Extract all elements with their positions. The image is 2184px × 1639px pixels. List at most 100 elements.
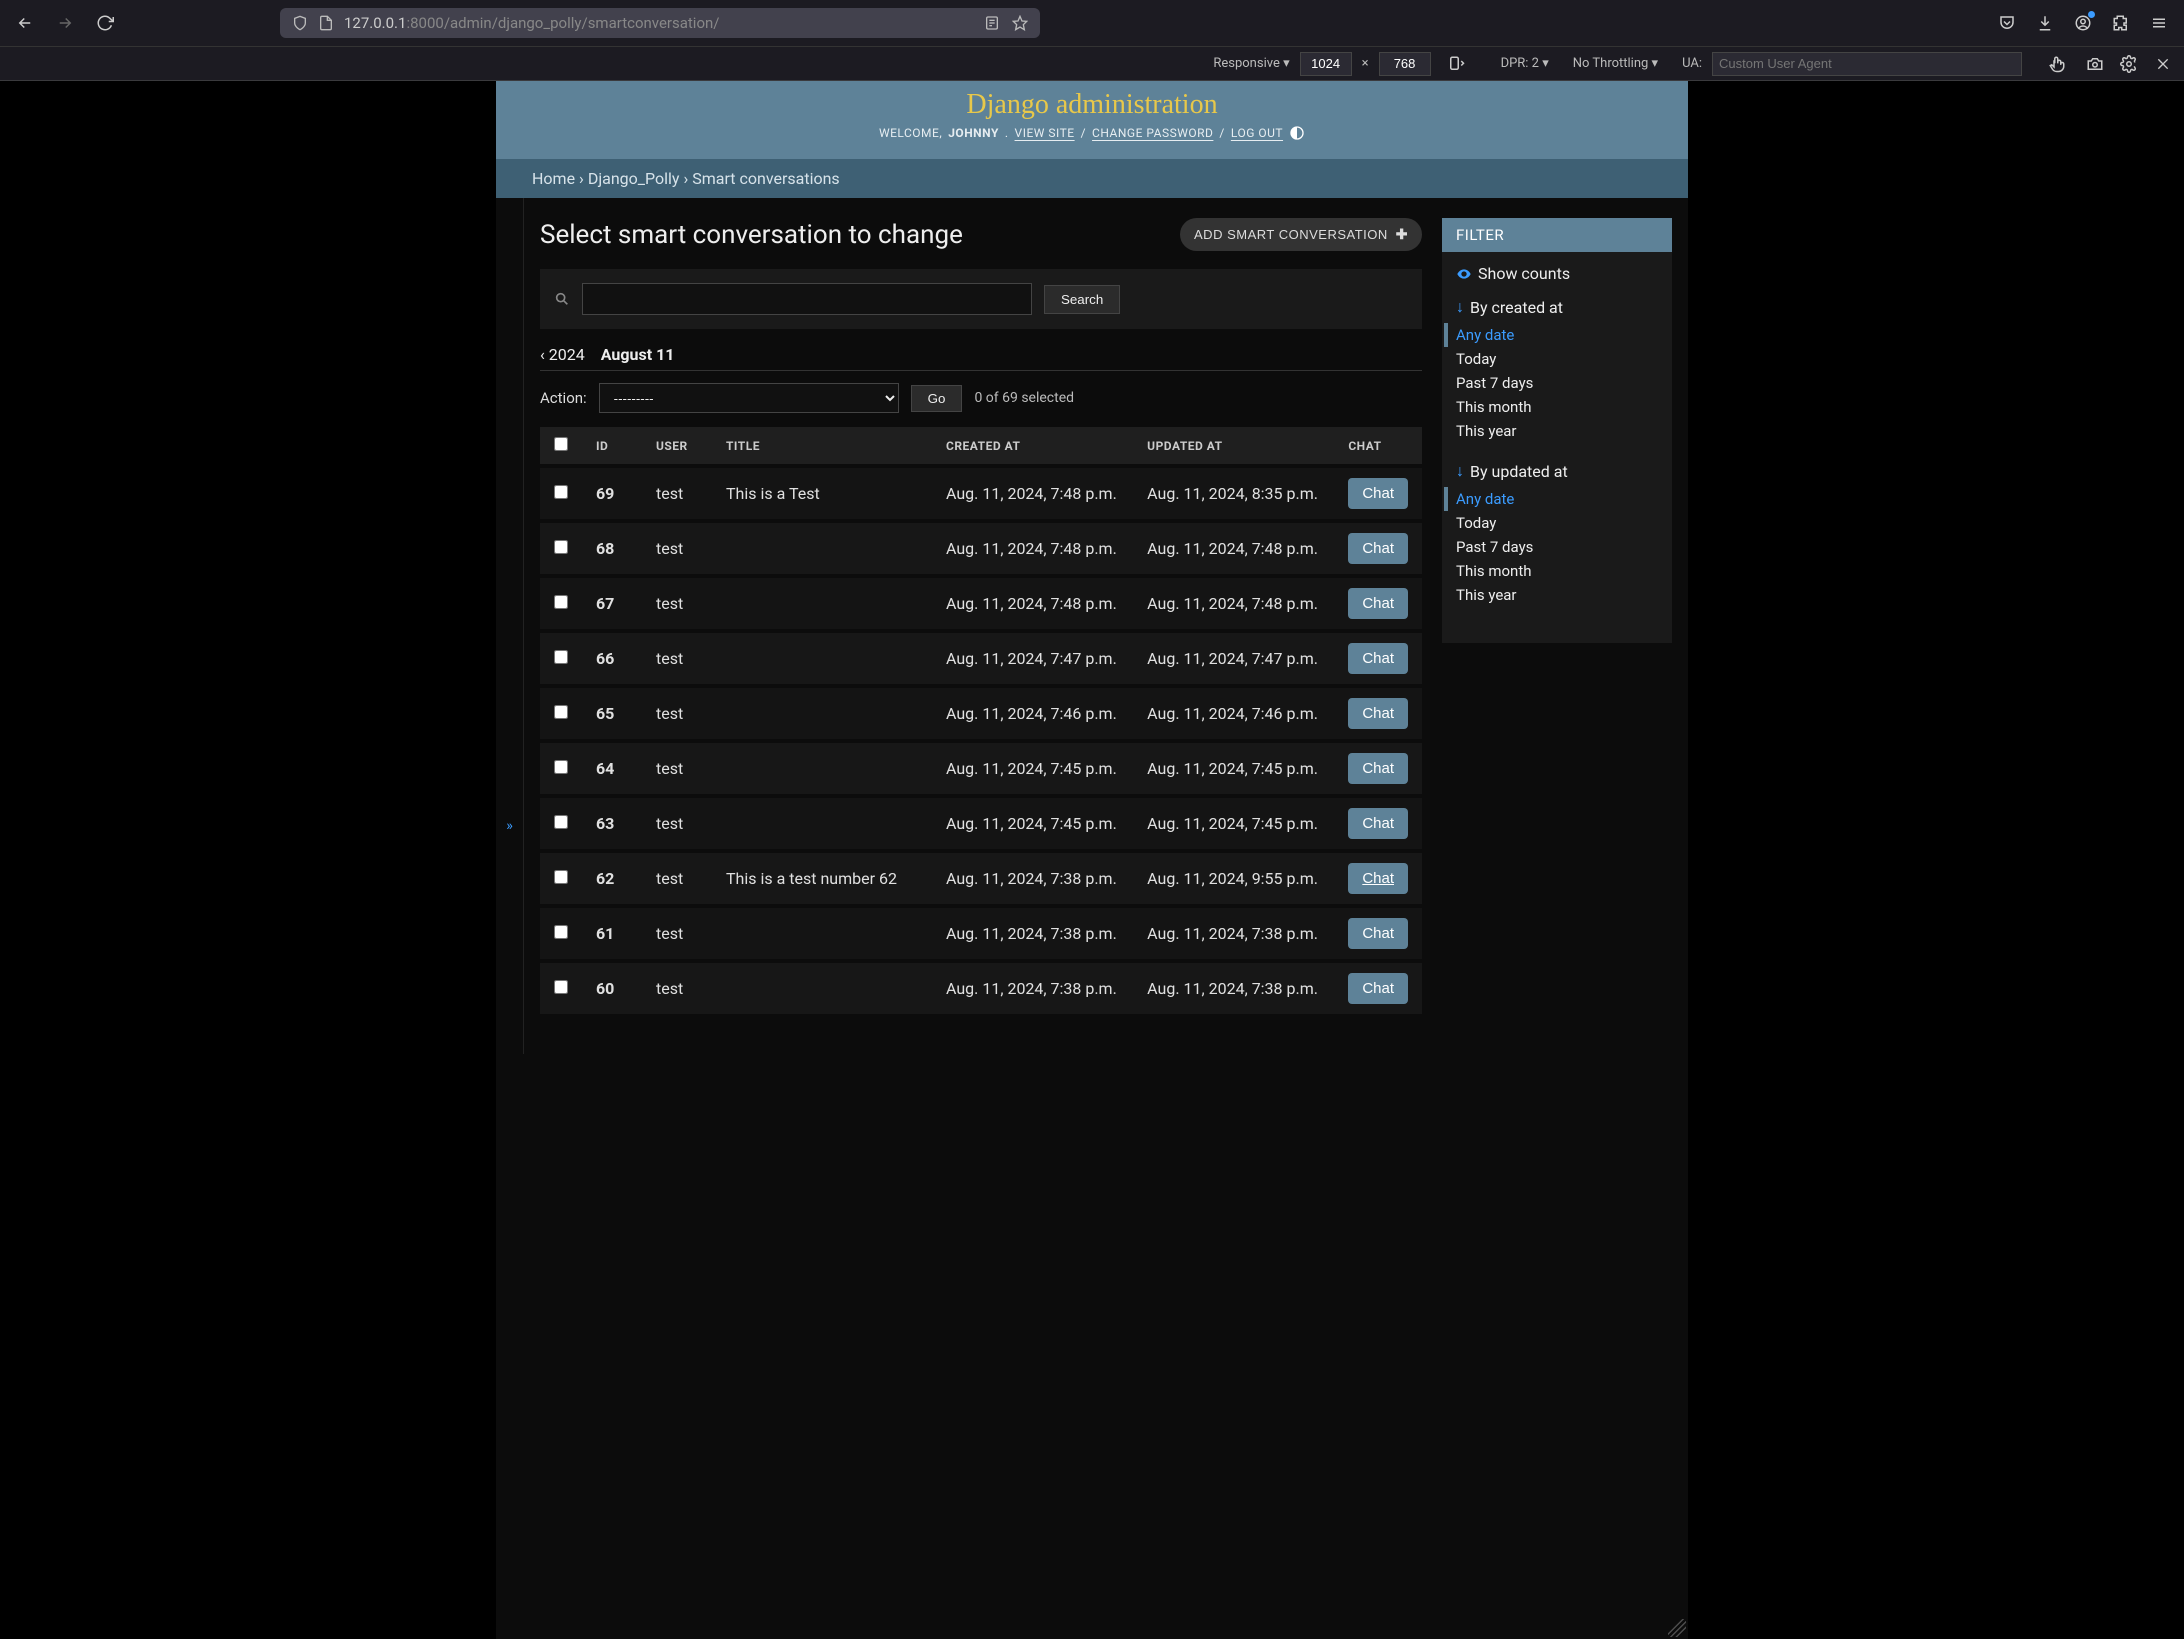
viewport: Django administration WELCOME, JOHNNY. V… — [0, 81, 2184, 1639]
col-created-at[interactable]: CREATED AT — [932, 427, 1133, 466]
filter-option[interactable]: Today — [1456, 511, 1658, 535]
row-id[interactable]: 60 — [582, 961, 642, 1014]
row-checkbox[interactable] — [554, 540, 568, 554]
pocket-icon[interactable] — [1992, 8, 2022, 38]
row-id[interactable]: 64 — [582, 741, 642, 796]
date-prev-link[interactable]: ‹ 2024 — [540, 345, 585, 364]
chat-button[interactable]: Chat — [1348, 478, 1408, 509]
chat-button[interactable]: Chat — [1348, 643, 1408, 674]
filter-option[interactable]: Any date — [1444, 323, 1658, 347]
breadcrumb-model: Smart conversations — [692, 169, 839, 188]
col-id[interactable]: ID — [582, 427, 642, 466]
row-checkbox[interactable] — [554, 925, 568, 939]
row-id[interactable]: 61 — [582, 906, 642, 961]
row-checkbox[interactable] — [554, 815, 568, 829]
row-created-at: Aug. 11, 2024, 7:48 p.m. — [932, 521, 1133, 576]
menu-icon[interactable] — [2144, 8, 2174, 38]
filter-option[interactable]: This month — [1456, 395, 1658, 419]
row-id[interactable]: 63 — [582, 796, 642, 851]
content-heading: Select smart conversation to change ADD … — [540, 218, 1422, 251]
row-id[interactable]: 69 — [582, 466, 642, 521]
chat-button[interactable]: Chat — [1348, 588, 1408, 619]
filter-group-title[interactable]: ↓By updated at — [1456, 461, 1658, 481]
breadcrumb-home[interactable]: Home — [532, 169, 575, 188]
downloads-icon[interactable] — [2030, 8, 2060, 38]
chat-button[interactable]: Chat — [1348, 973, 1408, 1004]
row-created-at: Aug. 11, 2024, 7:46 p.m. — [932, 686, 1133, 741]
touch-icon[interactable] — [2048, 55, 2066, 73]
filter-option[interactable]: Today — [1456, 347, 1658, 371]
view-site-link[interactable]: VIEW SITE — [1015, 126, 1075, 140]
forward-button[interactable] — [50, 8, 80, 38]
extensions-icon[interactable] — [2106, 8, 2136, 38]
theme-toggle-icon[interactable] — [1289, 125, 1305, 141]
filter-option[interactable]: This month — [1456, 559, 1658, 583]
filter-group-title[interactable]: ↓By created at — [1456, 297, 1658, 317]
row-checkbox[interactable] — [554, 980, 568, 994]
resize-grip-icon[interactable] — [1668, 1619, 1686, 1637]
chat-button[interactable]: Chat — [1348, 698, 1408, 729]
chat-button[interactable]: Chat — [1348, 753, 1408, 784]
search-panel: Search — [540, 269, 1422, 329]
change-password-link[interactable]: CHANGE PASSWORD — [1092, 126, 1213, 140]
chat-button[interactable]: Chat — [1348, 808, 1408, 839]
screenshot-icon[interactable] — [2084, 53, 2106, 75]
filter-option[interactable]: Past 7 days — [1456, 535, 1658, 559]
select-all-checkbox[interactable] — [554, 437, 568, 451]
viewport-height-input[interactable] — [1379, 52, 1431, 76]
row-id[interactable]: 62 — [582, 851, 642, 906]
search-button[interactable]: Search — [1044, 285, 1120, 314]
url-bar[interactable]: 127.0.0.1:8000/admin/django_polly/smartc… — [280, 8, 1040, 38]
row-checkbox[interactable] — [554, 595, 568, 609]
reload-button[interactable] — [90, 8, 120, 38]
filter-body: Show counts ↓By created atAny dateTodayP… — [1442, 252, 1672, 643]
col-title[interactable]: TITLE — [712, 427, 932, 466]
bookmark-icon[interactable] — [1012, 15, 1028, 31]
go-button[interactable]: Go — [911, 385, 963, 412]
row-created-at: Aug. 11, 2024, 7:48 p.m. — [932, 576, 1133, 631]
filter-option[interactable]: Any date — [1444, 487, 1658, 511]
row-checkbox[interactable] — [554, 870, 568, 884]
throttle-selector[interactable]: No Throttling ▾ — [1573, 56, 1658, 71]
row-checkbox[interactable] — [554, 760, 568, 774]
arrow-down-icon: ↓ — [1456, 297, 1464, 317]
row-checkbox[interactable] — [554, 705, 568, 719]
action-select[interactable]: --------- — [599, 383, 899, 413]
responsive-selector[interactable]: Responsive ▾ — [1213, 56, 1289, 71]
add-smart-conversation-button[interactable]: ADD SMART CONVERSATION ✚ — [1180, 218, 1422, 251]
filter-option[interactable]: Past 7 days — [1456, 371, 1658, 395]
show-counts-toggle[interactable]: Show counts — [1456, 264, 1658, 283]
dpr-selector[interactable]: DPR: 2 ▾ — [1501, 56, 1549, 71]
row-created-at: Aug. 11, 2024, 7:38 p.m. — [932, 961, 1133, 1014]
main-left: Select smart conversation to change ADD … — [540, 218, 1422, 1014]
row-id[interactable]: 66 — [582, 631, 642, 686]
breadcrumb-app[interactable]: Django_Polly — [588, 169, 680, 188]
col-user[interactable]: USER — [642, 427, 712, 466]
search-input[interactable] — [582, 283, 1032, 315]
toolbar-icons — [1992, 8, 2174, 38]
reader-mode-icon[interactable] — [984, 15, 1000, 31]
row-checkbox[interactable] — [554, 650, 568, 664]
ua-input[interactable] — [1712, 52, 2022, 76]
table-row: 62 test This is a test number 62 Aug. 11… — [540, 851, 1422, 906]
row-id[interactable]: 67 — [582, 576, 642, 631]
chat-button[interactable]: Chat — [1348, 918, 1408, 949]
row-updated-at: Aug. 11, 2024, 7:48 p.m. — [1133, 576, 1334, 631]
chat-button[interactable]: Chat — [1348, 533, 1408, 564]
log-out-link[interactable]: LOG OUT — [1231, 126, 1283, 140]
viewport-width-input[interactable] — [1300, 52, 1352, 76]
close-icon[interactable] — [2152, 53, 2174, 75]
filter-option[interactable]: This year — [1456, 583, 1658, 607]
row-checkbox[interactable] — [554, 485, 568, 499]
row-id[interactable]: 68 — [582, 521, 642, 576]
sidebar-toggle[interactable]: » — [496, 198, 524, 1054]
rotate-icon[interactable] — [1447, 55, 1465, 73]
row-id[interactable]: 65 — [582, 686, 642, 741]
account-icon[interactable] — [2068, 8, 2098, 38]
back-button[interactable] — [10, 8, 40, 38]
filter-option[interactable]: This year — [1456, 419, 1658, 443]
chat-button[interactable]: Chat — [1348, 863, 1408, 894]
col-updated-at[interactable]: UPDATED AT — [1133, 427, 1334, 466]
row-updated-at: Aug. 11, 2024, 7:45 p.m. — [1133, 796, 1334, 851]
settings-icon[interactable] — [2118, 53, 2140, 75]
